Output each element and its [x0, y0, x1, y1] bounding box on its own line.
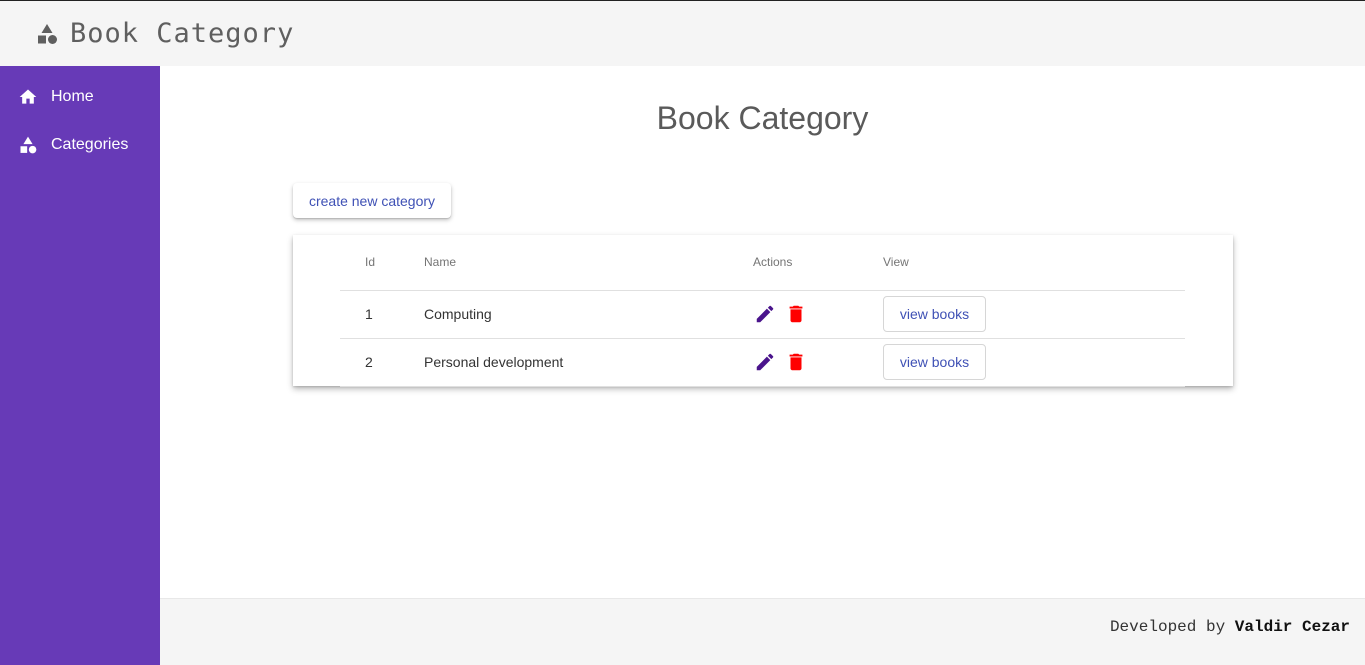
column-header-actions: Actions: [753, 235, 883, 291]
footer-prefix: Developed by: [1109, 618, 1226, 636]
cell-actions: [753, 338, 883, 387]
cell-id: 2: [340, 338, 424, 387]
view-books-button[interactable]: view books: [883, 344, 986, 380]
footer-author: Valdir Cezar: [1234, 618, 1350, 636]
cell-actions: [753, 290, 883, 339]
category-shapes-icon: [18, 135, 38, 155]
home-icon: [18, 87, 38, 107]
column-header-id: Id: [340, 235, 424, 291]
footer-credit: Developed by Valdir Cezar: [1110, 618, 1350, 636]
delete-icon[interactable]: [784, 302, 808, 326]
cell-name: Personal development: [424, 338, 753, 387]
table-row: 2 Personal development view books: [340, 338, 1185, 387]
sidebar-item-categories[interactable]: Categories: [0, 121, 160, 169]
column-header-name: Name: [424, 235, 753, 291]
delete-icon[interactable]: [784, 350, 808, 374]
page-title: Book Category: [656, 100, 869, 136]
categories-table: Id Name Actions View 1 Computing view bo…: [340, 235, 1185, 387]
footer: Developed by Valdir Cezar: [160, 598, 1365, 665]
main-content: Book Category create new category Id Nam…: [160, 66, 1365, 598]
categories-table-card: Id Name Actions View 1 Computing view bo…: [293, 235, 1233, 387]
cell-view: view books: [883, 338, 1185, 387]
top-app-bar: Book Category: [0, 0, 1365, 66]
create-category-button[interactable]: create new category: [293, 183, 451, 218]
cell-id: 1: [340, 290, 424, 339]
cell-view: view books: [883, 290, 1185, 339]
edit-icon[interactable]: [753, 302, 777, 326]
edit-icon[interactable]: [753, 350, 777, 374]
table-row: 1 Computing view books: [340, 290, 1185, 339]
table-header-row: Id Name Actions View: [340, 235, 1185, 291]
column-header-view: View: [883, 235, 1185, 291]
sidebar-item-label: Categories: [51, 136, 129, 153]
sidebar-item-label: Home: [51, 88, 94, 105]
sidebar-item-home[interactable]: Home: [0, 73, 160, 121]
view-books-button[interactable]: view books: [883, 296, 986, 332]
sidebar: Home Categories: [0, 66, 160, 665]
cell-name: Computing: [424, 290, 753, 339]
app-title: Book Category: [70, 18, 295, 49]
category-shapes-icon: [34, 21, 60, 47]
